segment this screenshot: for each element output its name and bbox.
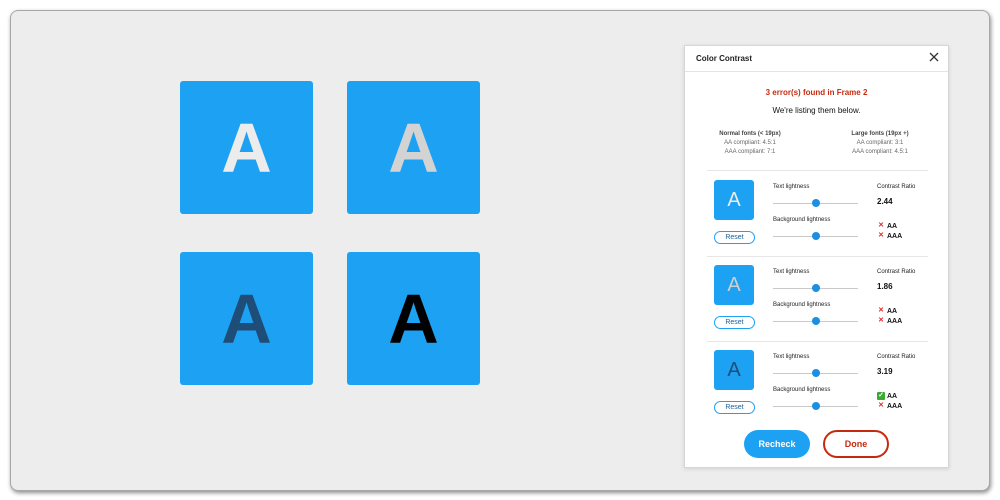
error-row-1: A Reset Text lightness Background lightn…	[685, 170, 948, 256]
error-row-3: A Reset Text lightness Background lightn…	[685, 340, 948, 426]
large-fonts-aaa: AAA compliant: 4.5:1	[852, 149, 908, 155]
normal-fonts-info: Normal fonts (< 19px) AA compliant: 4.5:…	[700, 130, 800, 157]
listing-message: We're listing them below.	[772, 106, 861, 115]
text-lightness-slider[interactable]	[773, 199, 858, 207]
slider-knob[interactable]	[811, 402, 820, 410]
aa-result: ✓ AA	[877, 392, 897, 400]
text-lightness-label: Text lightness	[773, 354, 810, 360]
contrast-ratio-label: Contrast Ratio	[877, 354, 916, 360]
tile-letter: A	[221, 108, 272, 187]
cross-icon: ✕	[878, 317, 884, 324]
tile-2[interactable]: A	[347, 81, 480, 214]
text-lightness-label: Text lightness	[773, 184, 810, 190]
slider-knob[interactable]	[811, 199, 820, 207]
normal-fonts-aa: AA compliant: 4.5:1	[724, 140, 776, 146]
large-fonts-aa: AA compliant: 3:1	[856, 140, 904, 146]
tile-letter: A	[388, 108, 439, 187]
cross-icon: ✕	[878, 402, 884, 409]
tile-3[interactable]: A	[180, 252, 313, 385]
check-icon: ✓	[877, 392, 885, 400]
contrast-ratio-value: 3.19	[877, 367, 893, 376]
aaa-label: AAA	[887, 317, 903, 325]
contrast-ratio-value: 1.86	[877, 282, 893, 291]
aaa-result: ✕ AAA	[877, 402, 902, 410]
tile-1[interactable]: A	[180, 81, 313, 214]
recheck-button[interactable]: Recheck	[744, 430, 810, 458]
large-fonts-heading: Large fonts (19px +)	[851, 131, 909, 137]
error-count-message: 3 error(s) found in Frame 2	[765, 88, 868, 97]
aa-result: ✕ AA	[877, 222, 897, 230]
contrast-ratio-label: Contrast Ratio	[877, 184, 916, 190]
done-button[interactable]: Done	[823, 430, 889, 458]
background-lightness-slider[interactable]	[773, 402, 858, 410]
aa-label: AA	[887, 307, 898, 315]
large-fonts-info: Large fonts (19px +) AA compliant: 3:1 A…	[830, 130, 930, 157]
aa-result: ✕ AA	[877, 307, 897, 315]
color-contrast-panel: Color Contrast 3 error(s) found in Frame…	[684, 45, 949, 468]
background-lightness-slider[interactable]	[773, 232, 858, 240]
text-lightness-label: Text lightness	[773, 269, 810, 275]
preview-swatch: A	[714, 180, 754, 220]
preview-swatch: A	[714, 265, 754, 305]
background-lightness-slider[interactable]	[773, 317, 858, 325]
preview-swatch: A	[714, 350, 754, 390]
tile-letter: A	[221, 279, 272, 358]
aaa-label: AAA	[887, 232, 903, 240]
background-lightness-label: Background lightness	[773, 302, 831, 308]
text-lightness-slider[interactable]	[773, 369, 858, 377]
error-row-2: A Reset Text lightness Background lightn…	[685, 255, 948, 341]
aaa-label: AAA	[887, 402, 903, 410]
cross-icon: ✕	[878, 307, 884, 314]
slider-knob[interactable]	[811, 317, 820, 325]
cross-icon: ✕	[878, 222, 884, 229]
design-canvas: A A A A Color Contrast 3 error(s) found …	[10, 10, 990, 491]
contrast-ratio-label: Contrast Ratio	[877, 269, 916, 275]
background-lightness-label: Background lightness	[773, 217, 831, 223]
tile-4[interactable]: A	[347, 252, 480, 385]
aaa-result: ✕ AAA	[877, 232, 902, 240]
reset-button[interactable]: Reset	[714, 231, 755, 244]
normal-fonts-heading: Normal fonts (< 19px)	[719, 131, 781, 137]
panel-title: Color Contrast	[696, 54, 752, 63]
reset-button[interactable]: Reset	[714, 401, 755, 414]
tile-letter: A	[388, 279, 439, 358]
cross-icon: ✕	[878, 232, 884, 239]
preview-letter: A	[727, 358, 741, 381]
slider-knob[interactable]	[811, 232, 820, 240]
close-icon[interactable]	[928, 51, 940, 63]
reset-button[interactable]: Reset	[714, 316, 755, 329]
panel-header: Color Contrast	[685, 46, 948, 72]
text-lightness-slider[interactable]	[773, 284, 858, 292]
contrast-ratio-value: 2.44	[877, 197, 893, 206]
aa-label: AA	[887, 392, 898, 400]
background-lightness-label: Background lightness	[773, 387, 831, 393]
normal-fonts-aaa: AAA compliant: 7:1	[724, 149, 776, 155]
preview-letter: A	[727, 188, 741, 211]
aaa-result: ✕ AAA	[877, 317, 902, 325]
slider-knob[interactable]	[811, 369, 820, 377]
preview-letter: A	[727, 273, 741, 296]
slider-knob[interactable]	[811, 284, 820, 292]
aa-label: AA	[887, 222, 898, 230]
